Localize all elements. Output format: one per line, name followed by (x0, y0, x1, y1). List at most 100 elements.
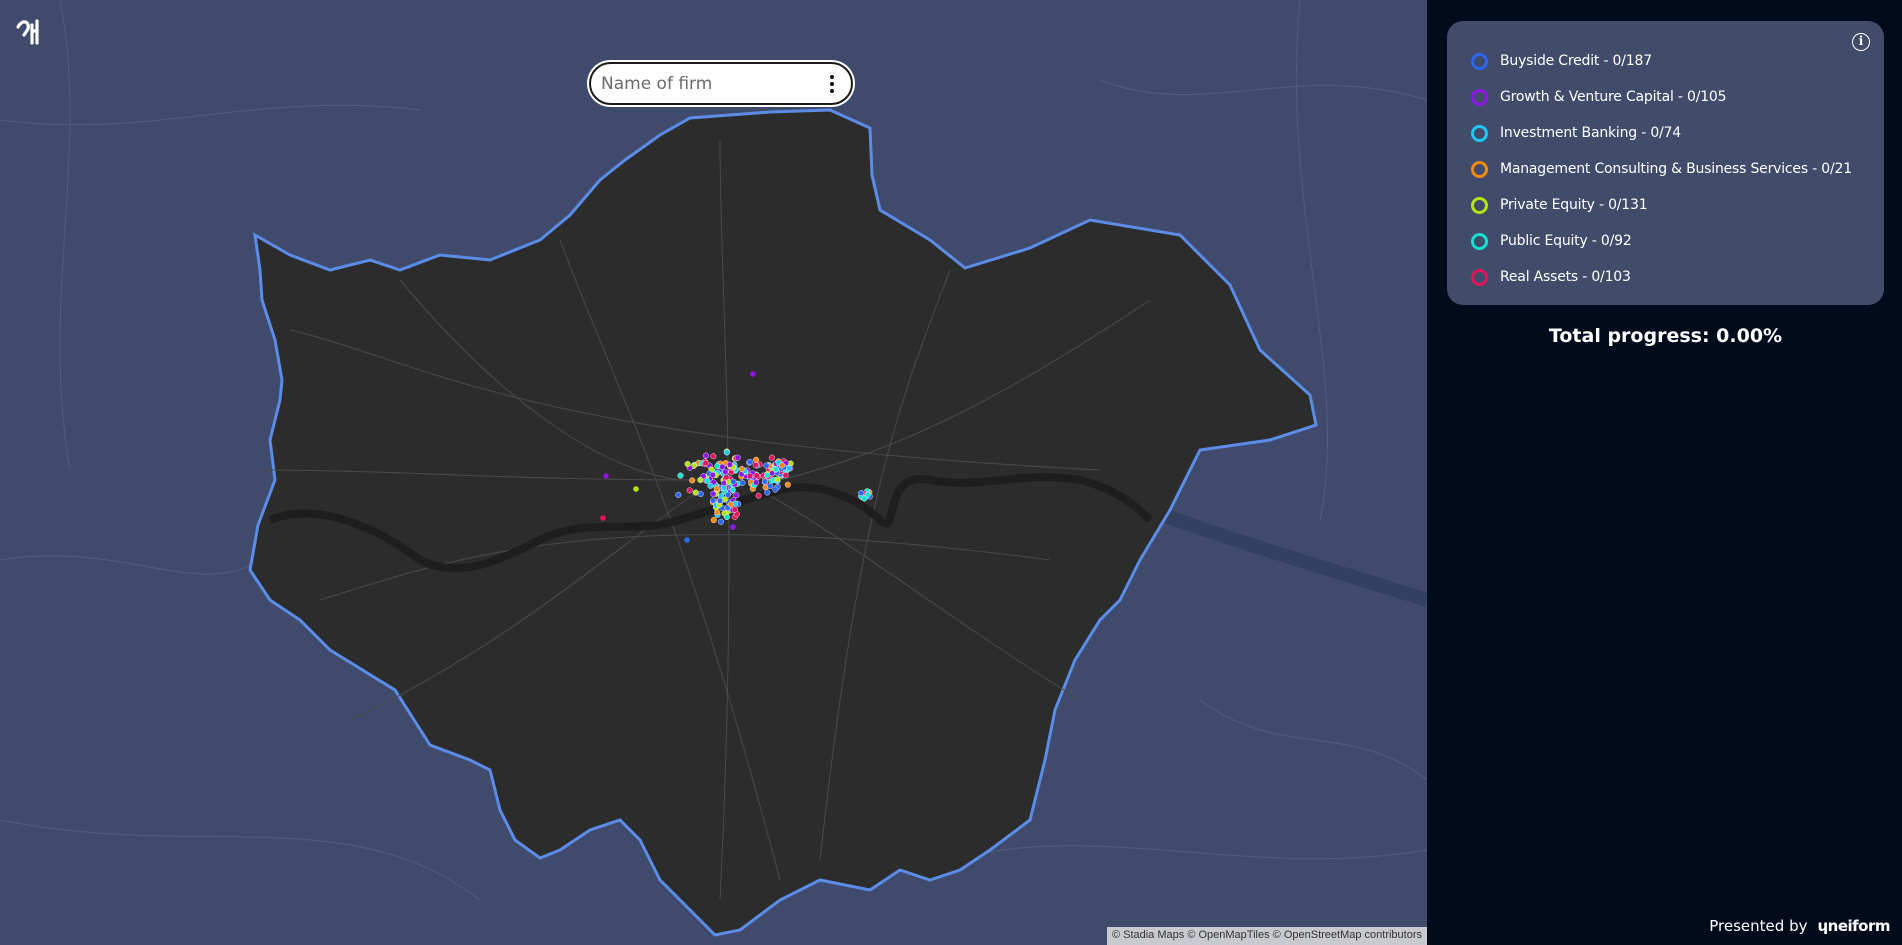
total-progress: Total progress: 0.00% (1548, 325, 1783, 347)
firm-marker[interactable] (718, 518, 725, 525)
firm-marker[interactable] (747, 473, 754, 480)
legend-ring-icon (1471, 232, 1488, 250)
firm-marker[interactable] (723, 514, 730, 521)
firm-marker[interactable] (750, 371, 756, 377)
legend-item-growth-venture-capital[interactable]: Growth & Venture Capital - 0/105 (1471, 79, 1864, 115)
firm-marker[interactable] (730, 524, 736, 530)
firm-marker[interactable] (763, 462, 770, 469)
firm-marker[interactable] (764, 472, 771, 479)
basemap (0, 0, 1427, 937)
legend-item-real-assets[interactable]: Real Assets - 0/103 (1471, 259, 1864, 295)
firm-search-box[interactable] (589, 62, 853, 105)
firm-marker[interactable] (677, 472, 684, 479)
firm-marker[interactable] (719, 463, 726, 470)
legend-ring-icon (1471, 268, 1488, 286)
firm-marker[interactable] (713, 485, 720, 492)
map-attribution: © Stadia Maps © OpenMapTiles © OpenStree… (1106, 927, 1427, 945)
greater-london-region (248, 108, 1318, 937)
firm-marker[interactable] (764, 489, 771, 496)
firm-marker[interactable] (739, 479, 746, 486)
firm-marker[interactable] (752, 462, 759, 469)
firm-marker[interactable] (692, 489, 699, 496)
firm-marker[interactable] (697, 491, 704, 498)
firm-marker[interactable] (755, 492, 762, 499)
firm-marker[interactable] (727, 501, 734, 508)
firm-marker[interactable] (684, 537, 690, 543)
firm-marker[interactable] (702, 460, 709, 467)
firm-marker[interactable] (707, 482, 714, 489)
legend-ring-icon (1471, 88, 1488, 106)
firm-marker[interactable] (773, 466, 780, 473)
firm-marker[interactable] (730, 478, 737, 485)
legend-item-private-equity[interactable]: Private Equity - 0/131 (1471, 187, 1864, 223)
firm-marker[interactable] (767, 483, 774, 490)
firm-marker[interactable] (729, 486, 736, 493)
firm-marker[interactable] (772, 486, 779, 493)
legend-item-public-equity[interactable]: Public Equity - 0/92 (1471, 223, 1864, 259)
firm-marker[interactable] (747, 458, 754, 465)
firm-marker[interactable] (717, 497, 724, 504)
legend-item-investment-banking[interactable]: Investment Banking - 0/74 (1471, 115, 1864, 151)
firm-marker[interactable] (723, 474, 730, 481)
legend-item-buyside-credit[interactable]: Buyside Credit - 0/187 (1471, 43, 1864, 79)
firm-marker[interactable] (709, 472, 716, 479)
firm-marker[interactable] (761, 478, 768, 485)
firm-marker[interactable] (633, 486, 639, 492)
firm-marker[interactable] (738, 466, 745, 473)
firm-search-input[interactable] (601, 73, 827, 94)
firm-marker[interactable] (734, 454, 741, 461)
legend-ring-icon (1471, 52, 1488, 70)
firm-marker[interactable] (689, 477, 696, 484)
legend-list: Buyside Credit - 0/187 Growth & Venture … (1471, 43, 1864, 295)
legend-item-label: Buyside Credit - 0/187 (1500, 53, 1652, 69)
firm-marker[interactable] (702, 452, 709, 459)
legend-item-label: Public Equity - 0/92 (1500, 233, 1632, 249)
firm-marker[interactable] (731, 506, 738, 513)
firm-marker[interactable] (753, 479, 760, 486)
firm-marker[interactable] (686, 487, 693, 494)
firm-marker[interactable] (726, 461, 733, 468)
app-logo-icon[interactable] (14, 15, 46, 47)
firm-marker[interactable] (858, 490, 865, 497)
legend-item-label: Management Consulting & Business Service… (1500, 161, 1852, 177)
firm-marker[interactable] (723, 449, 730, 456)
firm-marker[interactable] (782, 472, 789, 479)
legend-item-label: Growth & Venture Capital - 0/105 (1500, 89, 1727, 105)
firm-marker[interactable] (684, 461, 691, 468)
search-options-menu-icon[interactable] (827, 74, 837, 93)
firm-marker[interactable] (714, 463, 721, 470)
firm-marker[interactable] (704, 477, 711, 484)
presented-by-footer: Presented by ɥneiform (1709, 917, 1890, 935)
legend-panel: i Buyside Credit - 0/187 Growth & Ventur… (1447, 21, 1884, 305)
legend-item-label: Investment Banking - 0/74 (1500, 125, 1681, 141)
firm-marker[interactable] (768, 454, 775, 461)
info-icon[interactable]: i (1852, 33, 1870, 51)
firm-marker[interactable] (733, 492, 740, 499)
brand-logo[interactable]: ɥneiform (1817, 917, 1890, 935)
firm-marker[interactable] (786, 465, 793, 472)
legend-ring-icon (1471, 196, 1488, 214)
firm-marker[interactable] (779, 462, 786, 469)
app-root: © Stadia Maps © OpenMapTiles © OpenStree… (0, 0, 1902, 945)
firm-marker[interactable] (725, 491, 732, 498)
firm-marker[interactable] (697, 477, 704, 484)
firm-marker[interactable] (861, 495, 868, 502)
firm-marker[interactable] (603, 473, 609, 479)
firm-marker[interactable] (710, 517, 717, 524)
legend-ring-icon (1471, 124, 1488, 142)
firm-marker[interactable] (675, 491, 682, 498)
firm-marker[interactable] (784, 481, 791, 488)
legend-ring-icon (1471, 160, 1488, 178)
firm-marker[interactable] (774, 476, 781, 483)
firm-marker[interactable] (710, 453, 717, 460)
legend-item-management-consulting[interactable]: Management Consulting & Business Service… (1471, 151, 1864, 187)
legend-item-label: Private Equity - 0/131 (1500, 197, 1648, 213)
firm-marker[interactable] (722, 468, 729, 475)
firm-marker[interactable] (753, 456, 760, 463)
map-canvas[interactable]: © Stadia Maps © OpenMapTiles © OpenStree… (0, 0, 1427, 945)
sidebar: i Buyside Credit - 0/187 Growth & Ventur… (1427, 0, 1902, 945)
firm-marker[interactable] (710, 490, 717, 497)
presented-by-label: Presented by (1709, 917, 1808, 935)
firm-marker[interactable] (600, 515, 606, 521)
firm-marker[interactable] (753, 472, 760, 479)
